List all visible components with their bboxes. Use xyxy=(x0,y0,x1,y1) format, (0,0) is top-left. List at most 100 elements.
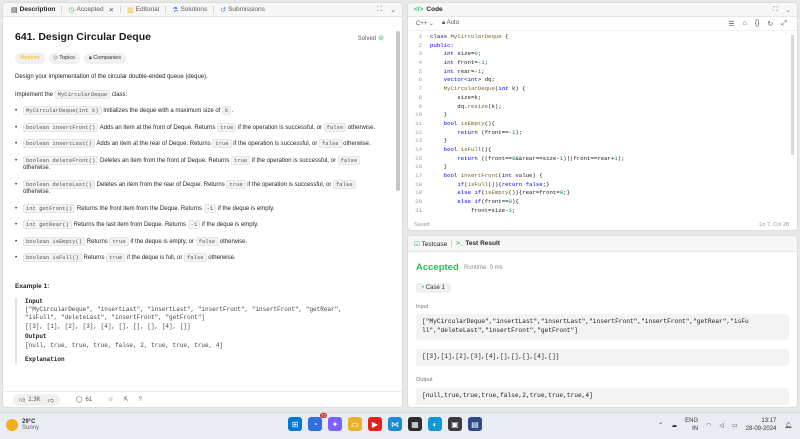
weather-widget[interactable]: 29°C Sunny xyxy=(6,419,39,431)
checkbox-icon: ☑ xyxy=(414,240,420,248)
code-text: } xyxy=(430,137,448,145)
tab-solutions[interactable]: ⚗ Solutions xyxy=(168,3,211,17)
clock[interactable]: 13:17 28-09-2024 xyxy=(746,418,777,434)
like-button[interactable]: 👍︎ 1.3K 👎︎ xyxy=(13,393,60,406)
app-icon[interactable]: ▣ xyxy=(448,417,462,431)
code-line[interactable]: 2 public: xyxy=(408,42,797,51)
code-line[interactable]: 20 else if(front==0){ xyxy=(408,198,797,207)
star-icon[interactable]: ☆ xyxy=(108,396,113,403)
help-icon[interactable]: ? xyxy=(139,397,142,403)
language-indicator[interactable]: ENG IN xyxy=(685,418,698,434)
case-tab[interactable]: • Case 1 xyxy=(416,283,451,293)
tab-submissions[interactable]: ↺ Submissions xyxy=(216,3,269,17)
search-icon[interactable]: ✦ xyxy=(328,417,342,431)
code-line[interactable]: 19 else if(isEmpty()){rear=front=0;} xyxy=(408,189,797,198)
line-number: 9 xyxy=(418,102,422,110)
code-text: front=size-1; xyxy=(430,206,516,214)
code-line[interactable]: 13 } xyxy=(408,137,797,146)
code-line[interactable]: 21 front=size-1; xyxy=(408,207,797,216)
code-line[interactable]: 12 return (front==-1); xyxy=(408,129,797,138)
volume-icon[interactable]: ◁ xyxy=(719,422,724,429)
companies-chip[interactable]: 🔒︎ Companies xyxy=(83,53,127,64)
code-text: bool isEmpty(){ xyxy=(443,119,495,127)
bookmark-icon[interactable]: ⌂ xyxy=(743,20,747,28)
code-line[interactable]: 15 return ((front==0&&rear==size-1)||fro… xyxy=(408,155,797,164)
thumbs-up-icon: 👍︎ xyxy=(19,397,26,404)
tab-editorial[interactable]: ▥ Editorial xyxy=(123,3,163,17)
tab-testcase[interactable]: ☑ Testcase xyxy=(414,240,447,248)
code-line[interactable]: 4 int front=-1; xyxy=(408,59,797,68)
file-explorer-icon[interactable]: ▭ xyxy=(348,417,362,431)
example-input-line: ["MyCircularDeque", "insertLast", "inser… xyxy=(25,306,342,314)
collapse-icon[interactable]: ⌄ xyxy=(390,6,396,14)
method-item: boolean isEmpty() Returns true if the de… xyxy=(15,236,384,247)
implement-text: Implement the MyCircularDeque class: xyxy=(15,89,128,99)
method-item: boolean insertFront() Adds an item at th… xyxy=(15,122,384,133)
expand-icon[interactable]: ⛶ xyxy=(773,6,778,14)
method-item: boolean deleteFront() Deletes an item fr… xyxy=(15,155,384,173)
vscode-icon[interactable]: ⋈ xyxy=(388,417,402,431)
code-line[interactable]: 6 vector<int> dq; xyxy=(408,76,797,85)
code-line[interactable]: 10 } xyxy=(408,111,797,120)
document-icon: ▤ xyxy=(11,6,18,14)
code-line[interactable]: 16 } xyxy=(408,163,797,172)
example-title: Example 1: xyxy=(15,282,50,290)
close-icon[interactable]: ✕ xyxy=(109,6,114,14)
share-icon[interactable]: ⇱ xyxy=(124,396,129,403)
wifi-icon[interactable]: ◠ xyxy=(706,422,711,429)
terminal-app-icon[interactable]: ▤ xyxy=(468,417,482,431)
youtube-icon[interactable]: ▶ xyxy=(368,417,382,431)
code-line[interactable]: 5 int rear=-1; xyxy=(408,68,797,77)
line-number: 14 xyxy=(415,145,422,153)
difficulty-badge[interactable]: Medium xyxy=(15,53,45,64)
comment-icon: ◯ xyxy=(75,397,83,403)
battery-icon[interactable]: ▭ xyxy=(732,422,738,429)
notes-icon[interactable]: ☰ xyxy=(728,20,734,28)
description-scrollbar[interactable] xyxy=(396,31,400,191)
solved-status: Solved ⊘ xyxy=(357,35,384,42)
divider xyxy=(61,6,63,13)
book-icon: ▥ xyxy=(127,6,134,14)
test-panel: ☑ Testcase >_ Test Result Accepted Runti… xyxy=(407,235,798,408)
code-line[interactable]: 11 bool isEmpty(){ xyxy=(408,120,797,129)
code-editor[interactable]: 1 class MyCircularDeque {2 public: 3 int si… xyxy=(408,33,797,219)
output-label: Output xyxy=(25,333,47,341)
code-line[interactable]: 9 dq.resize(k); xyxy=(408,103,797,112)
store-icon[interactable]: ▦ xyxy=(408,417,422,431)
code-line[interactable]: 1 class MyCircularDeque { xyxy=(408,33,797,42)
collapse-icon[interactable]: ⌄ xyxy=(786,6,791,14)
notifications-icon[interactable]: 🔔︎ xyxy=(784,422,792,429)
code-line[interactable]: 8 size=k; xyxy=(408,94,797,103)
divider xyxy=(213,6,215,13)
notification-badge: 72 xyxy=(319,413,327,418)
comments-button[interactable]: ◯ 61 xyxy=(70,394,98,405)
description-panel: ▤ Description ◷ Accepted ✕ ▥ Editorial ⚗ Solu… xyxy=(2,2,403,408)
code-toolbar: C++ ⌄ 🔒︎ Auto ☰ ⌂ {} ↻ ⤢ xyxy=(408,17,797,31)
language-select[interactable]: C++ ⌄ xyxy=(416,20,434,27)
tab-accepted[interactable]: ◷ Accepted ✕ xyxy=(64,3,118,17)
reset-icon[interactable]: ↻ xyxy=(768,20,774,28)
code-line[interactable]: 7 MyCircularDeque(int k) { xyxy=(408,85,797,94)
mode-select[interactable]: 🔒︎ Auto xyxy=(442,20,459,27)
thumbs-down-icon[interactable]: 👎︎ xyxy=(48,396,54,404)
code-line[interactable]: 17 bool insertFront(int value) { xyxy=(408,172,797,181)
fullscreen-icon[interactable]: ⤢ xyxy=(781,20,787,28)
code-text: int rear=-1; xyxy=(443,67,485,75)
widgets-icon[interactable]: 72 ◔ xyxy=(308,413,327,431)
cloud-icon[interactable]: ☁ xyxy=(671,422,677,429)
chevron-up-icon[interactable]: ⌃ xyxy=(658,422,663,429)
tab-test-result[interactable]: >_ Test Result xyxy=(456,240,500,247)
code-line[interactable]: 18 if(isFull()){return false;} xyxy=(408,181,797,190)
code-line[interactable]: 14 bool isFull(){ xyxy=(408,146,797,155)
tab-description[interactable]: ▤ Description xyxy=(7,3,59,17)
expand-icon[interactable]: ⛶ xyxy=(377,6,382,14)
topics-chip[interactable]: ◇ Topics xyxy=(48,53,80,64)
editor-scrollbar[interactable] xyxy=(791,35,794,155)
code-line[interactable]: 3 int size=0; xyxy=(408,50,797,59)
explanation-label: Explanation xyxy=(25,355,65,363)
line-number: 4 xyxy=(418,59,422,67)
left-panel-controls: ⛶ ⌄ xyxy=(377,6,396,14)
braces-icon[interactable]: {} xyxy=(755,20,760,28)
windows-start-icon[interactable]: ⊞ xyxy=(288,417,302,431)
edge-icon[interactable]: ◐ xyxy=(428,417,442,431)
